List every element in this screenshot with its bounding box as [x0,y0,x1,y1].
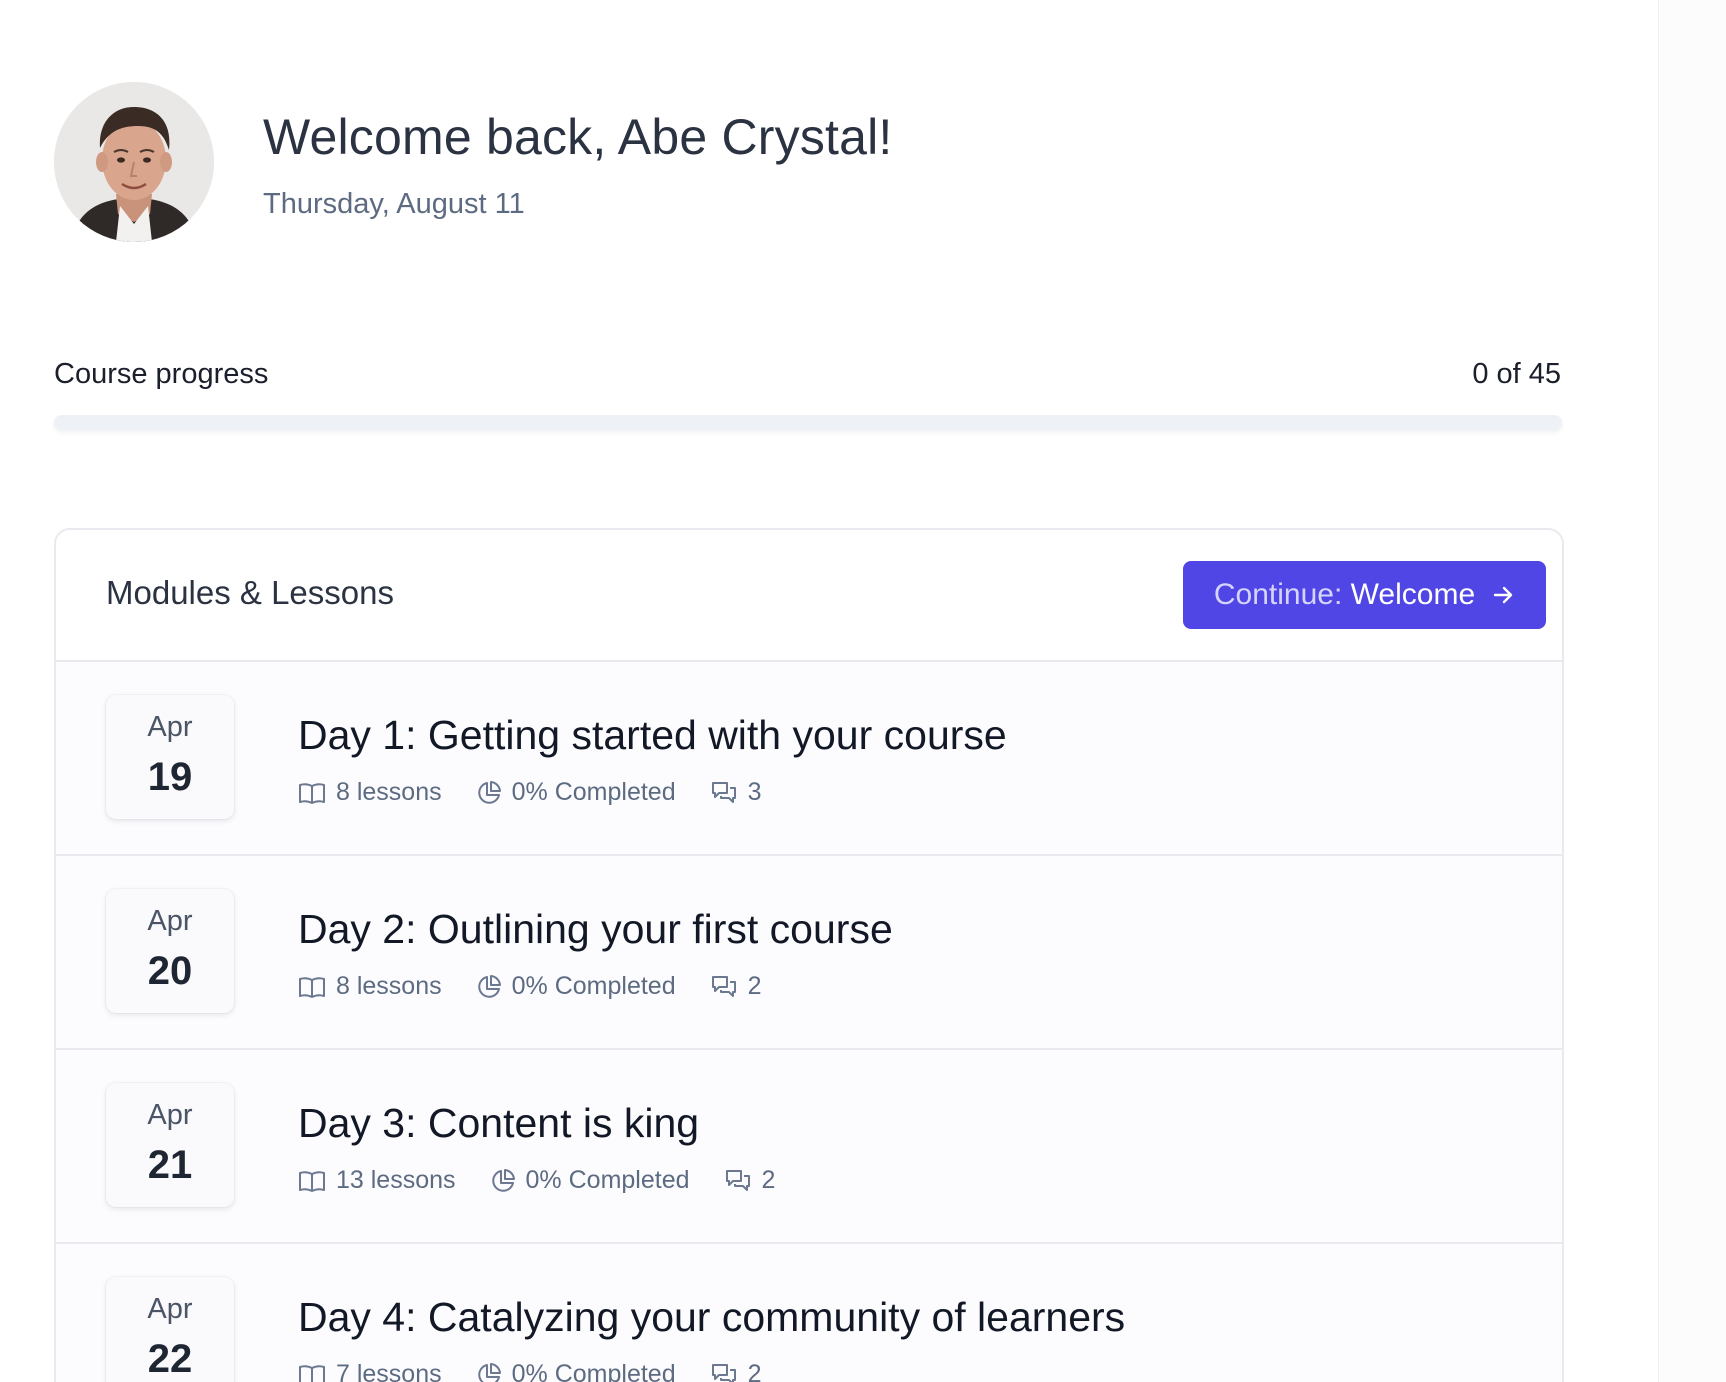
module-title[interactable]: Day 2: Outlining your first course [298,906,893,953]
module-completion-text: 0% Completed [511,778,676,806]
current-date: Thursday, August 11 [263,188,525,220]
module-lesson-count: 7 lessons [298,1360,442,1382]
course-dashboard: Welcome back, Abe Crystal! Thursday, Aug… [0,0,1726,1382]
module-lessons-text: 8 lessons [336,972,442,1000]
continue-target: Welcome [1350,578,1476,611]
module-comments: 2 [710,1360,762,1382]
module-completion-text: 0% Completed [511,972,676,1000]
module-date-day: 21 [147,1143,193,1187]
modules-card: Modules & Lessons Continue: Welcome Apr … [54,528,1564,1382]
module-completion: 0% Completed [490,1166,690,1195]
module-title[interactable]: Day 3: Content is king [298,1100,699,1147]
avatar-photo [54,82,214,242]
module-date-month: Apr [147,711,193,743]
avatar [54,82,214,242]
module-comments-count: 2 [747,972,762,1000]
module-title[interactable]: Day 1: Getting started with your course [298,712,1007,759]
module-lesson-count: 8 lessons [298,972,442,1001]
modules-card-header: Modules & Lessons Continue: Welcome [56,530,1562,662]
continue-button[interactable]: Continue: Welcome [1183,561,1546,629]
pie-chart-icon [476,1362,502,1382]
book-open-icon [298,975,326,999]
module-comments-count: 3 [747,778,762,806]
module-completion: 0% Completed [476,1360,676,1382]
module-date-day: 20 [147,949,193,993]
module-completion: 0% Completed [476,778,676,807]
pie-chart-icon [476,780,502,806]
chat-bubbles-icon [724,1168,752,1194]
module-lessons-text: 8 lessons [336,778,442,806]
course-progress-bar [54,415,1562,430]
module-title[interactable]: Day 4: Catalyzing your community of lear… [298,1294,1125,1341]
module-completion: 0% Completed [476,972,676,1001]
module-completion-text: 0% Completed [525,1166,690,1194]
module-date-badge: Apr 22 [106,1277,234,1382]
module-date-month: Apr [147,1293,193,1325]
module-row[interactable]: Apr 21 Day 3: Content is king 13 lessons… [56,1050,1562,1244]
module-comments: 2 [710,972,762,1001]
modules-card-title: Modules & Lessons [106,574,394,611]
book-open-icon [298,1169,326,1193]
module-date-badge: Apr 20 [106,889,234,1013]
chat-bubbles-icon [710,974,738,1000]
book-open-icon [298,1363,326,1382]
pie-chart-icon [490,1168,516,1194]
module-lesson-count: 13 lessons [298,1166,456,1195]
module-lesson-count: 8 lessons [298,778,442,807]
course-progress-count: 0 of 45 [1472,358,1561,390]
chat-bubbles-icon [710,780,738,806]
welcome-heading: Welcome back, Abe Crystal! [263,109,893,165]
module-comments-count: 2 [761,1166,776,1194]
arrow-right-icon [1491,583,1515,607]
continue-button-label: Continue: Welcome [1214,578,1475,612]
module-date-month: Apr [147,1099,193,1131]
module-comments: 3 [710,778,762,807]
chat-bubbles-icon [710,1362,738,1382]
module-meta: 8 lessons 0% Completed 2 [298,972,762,1001]
module-date-badge: Apr 19 [106,695,234,819]
module-date-badge: Apr 21 [106,1083,234,1207]
module-comments-count: 2 [747,1360,762,1382]
module-comments: 2 [724,1166,776,1195]
right-panel-edge [1658,0,1726,1382]
pie-chart-icon [476,974,502,1000]
module-lessons-text: 7 lessons [336,1360,442,1382]
module-completion-text: 0% Completed [511,1360,676,1382]
course-progress-label: Course progress [54,358,269,390]
book-open-icon [298,781,326,805]
module-row[interactable]: Apr 19 Day 1: Getting started with your … [56,662,1562,856]
module-row[interactable]: Apr 22 Day 4: Catalyzing your community … [56,1244,1562,1382]
module-date-day: 22 [147,1337,193,1381]
module-row[interactable]: Apr 20 Day 2: Outlining your first cours… [56,856,1562,1050]
module-date-month: Apr [147,905,193,937]
module-date-day: 19 [147,755,193,799]
module-meta: 8 lessons 0% Completed 3 [298,778,762,807]
module-lessons-text: 13 lessons [336,1166,456,1194]
module-meta: 13 lessons 0% Completed 2 [298,1166,775,1195]
module-meta: 7 lessons 0% Completed 2 [298,1360,762,1382]
continue-prefix: Continue: [1213,578,1343,611]
